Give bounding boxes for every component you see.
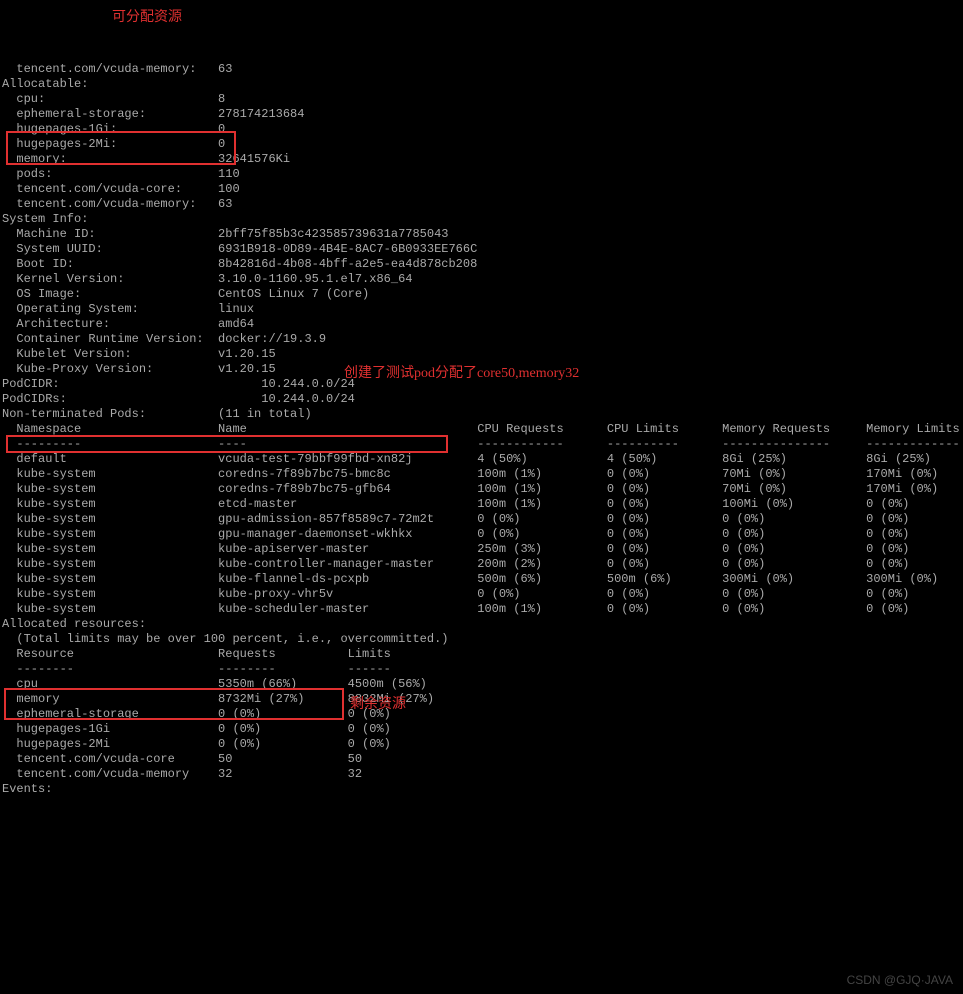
- annotation-allocatable: 可分配资源: [112, 10, 182, 25]
- watermark: CSDN @GJQ·JAVA: [847, 973, 953, 988]
- terminal-output: tencent.com/vcuda-memory: 63 Allocatable…: [2, 62, 961, 797]
